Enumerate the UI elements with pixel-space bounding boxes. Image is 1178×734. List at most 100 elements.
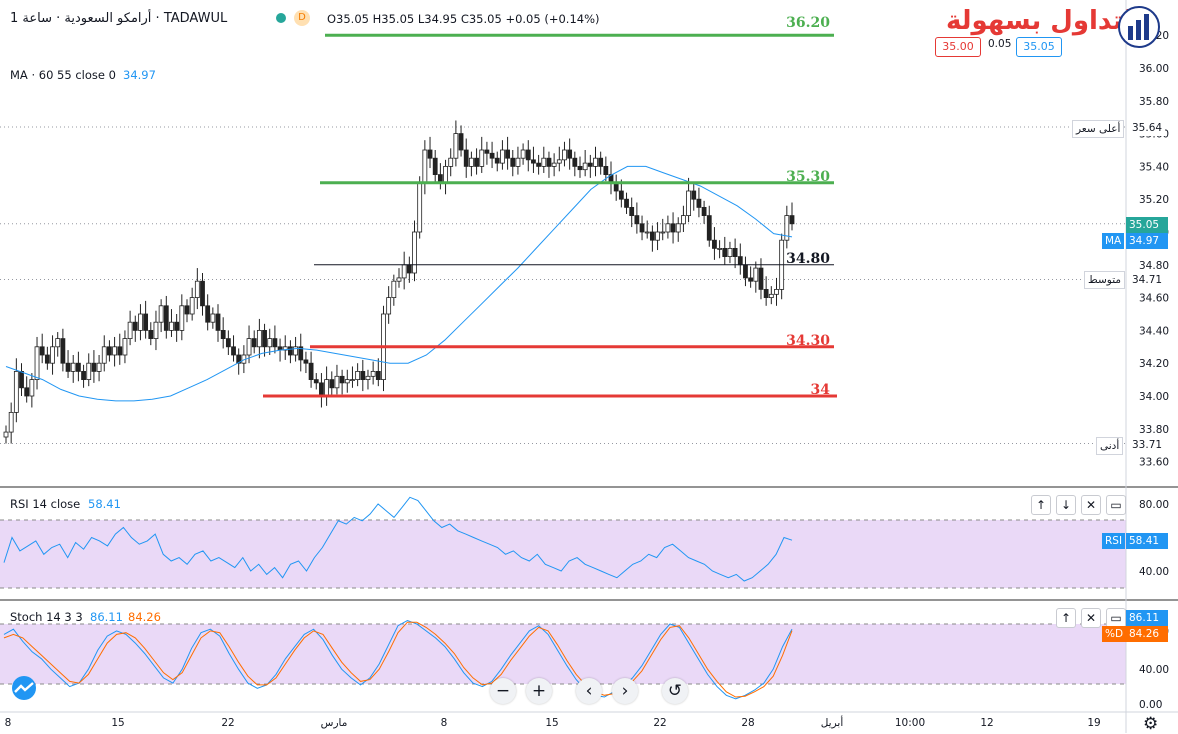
candle-body — [262, 329, 267, 348]
price-tick-label: 34.80 — [1139, 260, 1169, 272]
candle-body — [562, 149, 567, 161]
candle-body — [34, 346, 40, 380]
candle-body — [179, 305, 185, 331]
candle-body — [246, 338, 252, 356]
time-tick-label: 12 — [980, 717, 993, 729]
candle-body — [655, 231, 660, 241]
delay-badge[interactable]: D — [294, 10, 310, 26]
level-label: 35.30 — [786, 169, 830, 185]
levels-layer[interactable]: 36.20 35.30 34.80 34.30 34 — [263, 15, 837, 398]
candle-body — [629, 206, 635, 216]
candle-body — [774, 288, 779, 295]
rsi-panel: 80.00 40.00 — [0, 496, 1169, 589]
scroll-left-button[interactable]: ‹ — [576, 678, 602, 704]
candle-body — [65, 362, 71, 372]
candle-body — [660, 231, 666, 234]
price-tick-label: 34.00 — [1139, 391, 1169, 403]
candle-body — [587, 162, 593, 167]
price-tick-label: 36.00 — [1139, 63, 1169, 75]
candle-body — [329, 379, 335, 389]
tradingview-logo[interactable] — [8, 676, 40, 700]
buy-price-button[interactable]: 35.05 — [1016, 37, 1062, 57]
reset-chart-button[interactable]: ↺ — [662, 678, 688, 704]
average-price-value: 34.71 — [1129, 272, 1166, 288]
candle-body — [13, 370, 19, 413]
candle-body — [520, 149, 526, 159]
scroll-right-button[interactable]: › — [612, 678, 638, 704]
candle-body — [691, 190, 697, 200]
candle-body — [717, 247, 723, 250]
time-tick-label: 10:00 — [895, 717, 925, 729]
candle-body — [567, 149, 573, 159]
symbol-title[interactable]: أرامكو السعودية · ساعة 1 · TADAWUL — [10, 11, 227, 26]
move-up-button[interactable]: ↑ — [1031, 495, 1051, 515]
price-tick-label: 35.80 — [1139, 96, 1169, 108]
candle-body — [639, 223, 645, 233]
candle-body — [138, 313, 143, 331]
sell-price-button[interactable]: 35.00 — [935, 37, 981, 57]
candle-body — [3, 431, 9, 438]
candle-body — [60, 338, 66, 364]
candle-body — [288, 346, 293, 356]
candle-body — [158, 305, 164, 323]
candle-body — [231, 346, 236, 356]
candle-body — [789, 215, 795, 225]
candle-body — [670, 223, 676, 233]
candle-body — [468, 157, 474, 167]
candle-body — [308, 362, 314, 381]
move-up-button[interactable]: ↑ — [1056, 608, 1076, 628]
candle-body — [525, 149, 531, 161]
price-axis[interactable]: 36.2036.0035.8035.6035.4035.2035.0034.80… — [1139, 30, 1169, 468]
ma-legend-value: 34.97 — [123, 68, 156, 82]
candle-body — [505, 149, 510, 159]
candle-body — [334, 375, 340, 389]
last-price-tag: 35.05 — [1126, 217, 1168, 233]
candle-body — [489, 152, 495, 159]
ma-legend-label[interactable]: MA · 60 55 close 0 — [10, 68, 116, 82]
candle-body — [768, 293, 774, 299]
candle-body — [24, 387, 30, 397]
rsi-legend-label[interactable]: RSI 14 close — [10, 497, 80, 511]
candle-body — [272, 338, 278, 348]
candle-body — [339, 375, 345, 384]
price-tick-label: 35.40 — [1139, 161, 1169, 173]
zoom-out-button[interactable]: − — [490, 678, 516, 704]
candle-body — [727, 247, 733, 257]
candle-body — [712, 239, 717, 249]
candle-body — [8, 411, 14, 433]
close-pane-button[interactable]: ✕ — [1081, 495, 1101, 515]
move-down-button[interactable]: ↓ — [1056, 495, 1076, 515]
candle-body — [644, 231, 650, 234]
level-label: 34.30 — [786, 333, 830, 349]
stoch-legend-label[interactable]: Stoch 14 3 3 — [10, 610, 83, 624]
price-tick-label: 35.20 — [1139, 194, 1169, 206]
time-axis[interactable]: 8 15 22 مارس 8 15 22 28 أبريل 10:00 12 19 — [5, 715, 1101, 729]
ma-axis-value: 34.97 — [1126, 233, 1168, 249]
candle-body — [686, 190, 691, 217]
candle-body — [541, 157, 547, 167]
candle-body — [572, 157, 578, 167]
settings-gear-icon[interactable]: ⚙ — [1143, 714, 1158, 734]
low-price-label: أدنى — [1096, 437, 1124, 455]
candle-body — [412, 231, 417, 274]
stoch-tick-label: 0.00 — [1139, 699, 1162, 711]
candle-body — [324, 379, 330, 397]
close-pane-button[interactable]: ✕ — [1081, 608, 1101, 628]
candle-body — [19, 370, 24, 389]
zoom-in-button[interactable]: + — [526, 678, 552, 704]
candle-body — [484, 149, 490, 154]
trading-chart[interactable]: 36.2035.3034.8034.3034 80.0040.00 84.004… — [0, 0, 1178, 733]
candle-body — [122, 338, 128, 356]
maximize-pane-button[interactable]: ▭ — [1106, 495, 1126, 515]
candle-body — [143, 313, 149, 331]
brand-logo-text: التداول بسهولة — [946, 6, 1143, 36]
candle-body — [44, 354, 50, 364]
candle-body — [184, 305, 190, 315]
candle-body — [536, 162, 542, 167]
candle-body — [763, 288, 769, 298]
candle-body — [355, 370, 361, 380]
candle-body — [303, 359, 309, 364]
candle-body — [225, 338, 231, 348]
maximize-pane-button[interactable]: ▭ — [1106, 608, 1126, 628]
candle-body — [515, 157, 521, 167]
